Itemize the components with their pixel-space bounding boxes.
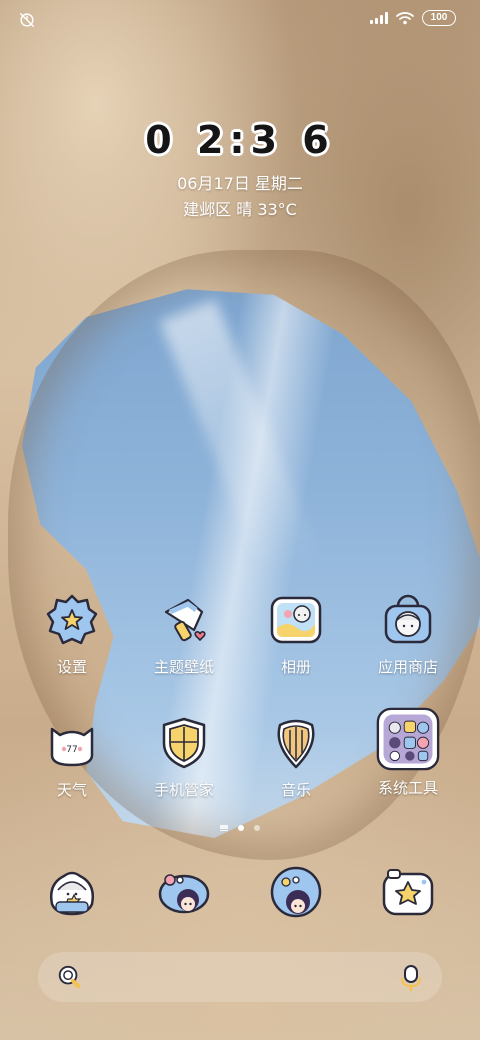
- signal-icon: [370, 12, 388, 24]
- search-bar[interactable]: [38, 952, 442, 1002]
- app-theme-wallpaper[interactable]: 主题壁纸: [129, 590, 239, 677]
- dock-phone[interactable]: [17, 862, 127, 922]
- phone-manager-icon: [154, 713, 214, 773]
- clock-time[interactable]: 0 2:3 6: [0, 118, 480, 162]
- camera-icon: [378, 862, 438, 922]
- app-settings[interactable]: 设置: [17, 590, 127, 677]
- system-tools-folder-icon: [376, 707, 440, 771]
- wifi-icon: [396, 12, 414, 25]
- search-icon[interactable]: [56, 964, 82, 990]
- dnd-off-icon: [19, 12, 35, 28]
- browser-icon: [266, 862, 326, 922]
- app-label: 设置: [56, 658, 87, 676]
- dock-browser[interactable]: [241, 862, 351, 922]
- weather-icon: 77: [42, 713, 102, 773]
- music-icon: [266, 713, 326, 773]
- theme-wallpaper-icon: [154, 590, 214, 650]
- app-store[interactable]: 应用商店: [353, 590, 463, 677]
- clock-date[interactable]: 06月17日 星期二: [0, 170, 480, 194]
- app-label: 手机管家: [153, 781, 214, 799]
- page-indicator[interactable]: [0, 825, 480, 831]
- app-label: 天气: [56, 781, 87, 799]
- settings-icon: [42, 590, 102, 650]
- app-label: 系统工具: [377, 779, 438, 797]
- app-gallery[interactable]: 相册: [241, 590, 351, 677]
- svg-text:77: 77: [66, 745, 77, 755]
- dock-messages[interactable]: [129, 862, 239, 922]
- phone-icon: [42, 862, 102, 922]
- app-weather[interactable]: 77 天气: [17, 713, 127, 800]
- dock-camera[interactable]: [353, 862, 463, 922]
- microphone-icon[interactable]: [400, 964, 422, 992]
- app-label: 应用商店: [377, 658, 438, 676]
- status-bar: 100: [0, 0, 480, 40]
- page-dot[interactable]: [254, 825, 260, 831]
- app-drawer-menu-icon[interactable]: [220, 825, 228, 831]
- weather-summary[interactable]: 建邺区 晴 33°C: [0, 196, 480, 220]
- app-label: 音乐: [280, 781, 311, 799]
- page-dot-active[interactable]: [238, 825, 244, 831]
- app-label: 主题壁纸: [153, 658, 214, 676]
- app-phone-manager[interactable]: 手机管家: [129, 713, 239, 800]
- folder-system-tools[interactable]: 系统工具: [353, 707, 463, 798]
- app-label: 相册: [280, 658, 311, 676]
- app-store-icon: [378, 590, 438, 650]
- battery-indicator: 100: [422, 10, 456, 26]
- app-music[interactable]: 音乐: [241, 713, 351, 800]
- messages-icon: [154, 862, 214, 922]
- gallery-icon: [266, 590, 326, 650]
